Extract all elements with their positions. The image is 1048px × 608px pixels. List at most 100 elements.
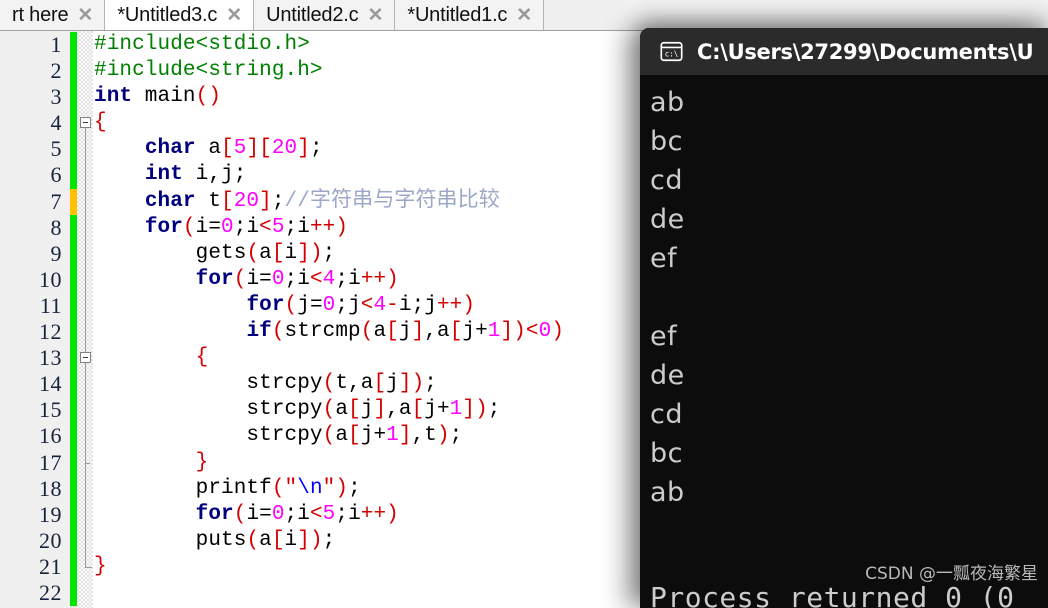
fold-range-line [85, 128, 86, 568]
code-token: [ [221, 137, 234, 161]
editor-tab-1[interactable]: *Untitled3.c ✕ [105, 0, 255, 30]
close-icon[interactable]: ✕ [516, 6, 532, 25]
code-token: 4 [373, 293, 387, 317]
console-output: ab bc cd de ef ef de cd bc ab [640, 75, 1048, 608]
line-number: 12 [39, 319, 62, 345]
fold-toggle-icon[interactable] [80, 117, 91, 129]
close-icon[interactable]: ✕ [367, 6, 383, 25]
editor-tab-label: *Untitled3.c [117, 4, 218, 26]
change-marker [70, 214, 77, 607]
code-token: ) [475, 398, 488, 422]
console-title-bar[interactable]: c:\ C:\Users\27299\Documents\U [640, 28, 1048, 75]
code-token: i [246, 215, 260, 239]
code-token: if [246, 320, 272, 344]
line-number: 6 [50, 162, 62, 188]
editor-tab-2[interactable]: Untitled2.c ✕ [254, 0, 396, 30]
fold-toggle-icon[interactable] [80, 352, 91, 364]
line-number: 11 [39, 292, 62, 318]
code-token: < [309, 502, 323, 526]
code-token: " [322, 476, 336, 500]
code-token: ; [309, 137, 323, 161]
code-token: ] [297, 241, 310, 265]
code-token: i [297, 215, 310, 239]
code-token: ( [233, 267, 247, 291]
code-token: for [144, 215, 183, 239]
code-token: ) [335, 215, 349, 239]
console-window[interactable]: c:\ C:\Users\27299\Documents\U ab bc cd de e… [640, 28, 1048, 608]
code-token: " [284, 476, 298, 500]
code-token: ( [322, 398, 336, 422]
code-token: ) [411, 372, 425, 396]
code-token: ( [322, 372, 336, 396]
code-token: ( [284, 293, 298, 317]
line-number: 4 [50, 110, 62, 136]
code-token: a [259, 528, 272, 552]
fold-end-marker [85, 567, 92, 568]
code-token: < [309, 267, 323, 291]
code-token: 0 [538, 320, 552, 344]
change-marker [70, 188, 77, 215]
command-prompt-icon: c:\ [660, 41, 683, 62]
code-token: [ [221, 189, 234, 213]
code-token: i [284, 241, 298, 265]
code-token: [ [348, 398, 361, 422]
line-number: 9 [50, 240, 62, 266]
code-token: a [259, 241, 272, 265]
code-token: ( [246, 528, 260, 552]
code-token: ( [271, 320, 285, 344]
code-token: ; [284, 267, 298, 291]
code-token: i [398, 293, 412, 317]
line-number: 2 [50, 58, 62, 84]
code-token: ,a [424, 320, 450, 344]
editor-tab-3[interactable]: *Untitled1.c ✕ [395, 0, 545, 30]
console-output-line: cd [650, 399, 683, 430]
code-token: ( [246, 241, 260, 265]
code-token: ] [398, 372, 412, 396]
code-token: [ [411, 398, 425, 422]
close-icon[interactable]: ✕ [77, 6, 93, 25]
code-token: j [360, 398, 374, 422]
line-number: 8 [50, 214, 62, 240]
code-token: 1 [487, 320, 501, 344]
code-token: 0 [221, 215, 234, 239]
line-number: 3 [50, 84, 62, 110]
code-token: a [335, 398, 349, 422]
csdn-watermark: CSDN @一瓢夜海繁星 [865, 564, 1038, 584]
code-token: for [195, 502, 234, 526]
close-icon[interactable]: ✕ [226, 6, 242, 25]
code-token: j+ [424, 398, 450, 422]
code-token: t,a [335, 372, 374, 396]
console-output-line: de [650, 360, 685, 391]
code-token: puts [94, 528, 247, 552]
code-token: ( [360, 320, 374, 344]
code-token: ] [500, 320, 514, 344]
code-token: i [348, 502, 361, 526]
console-output-line: cd [650, 165, 683, 196]
code-folding-column[interactable] [77, 31, 94, 608]
code-token: ++ [309, 215, 336, 239]
code-token: } [195, 450, 209, 474]
code-token: [ [449, 320, 463, 344]
code-token: j [348, 293, 361, 317]
code-token: 1 [449, 398, 463, 422]
code-token: ; [322, 528, 336, 552]
code-token: ( [271, 476, 285, 500]
code-token: ; [411, 293, 425, 317]
code-token: [ [348, 424, 361, 448]
code-token: ) [309, 528, 323, 552]
code-token: i= [246, 502, 272, 526]
code-token: ] [462, 398, 476, 422]
code-token: ] [297, 137, 310, 161]
code-token: ] [246, 137, 260, 161]
code-token: int [144, 163, 183, 187]
code-token: ] [398, 424, 412, 448]
code-token: ; [348, 476, 361, 500]
code-token: 20 [271, 137, 298, 161]
editor-tab-0[interactable]: rt here ✕ [0, 0, 106, 30]
